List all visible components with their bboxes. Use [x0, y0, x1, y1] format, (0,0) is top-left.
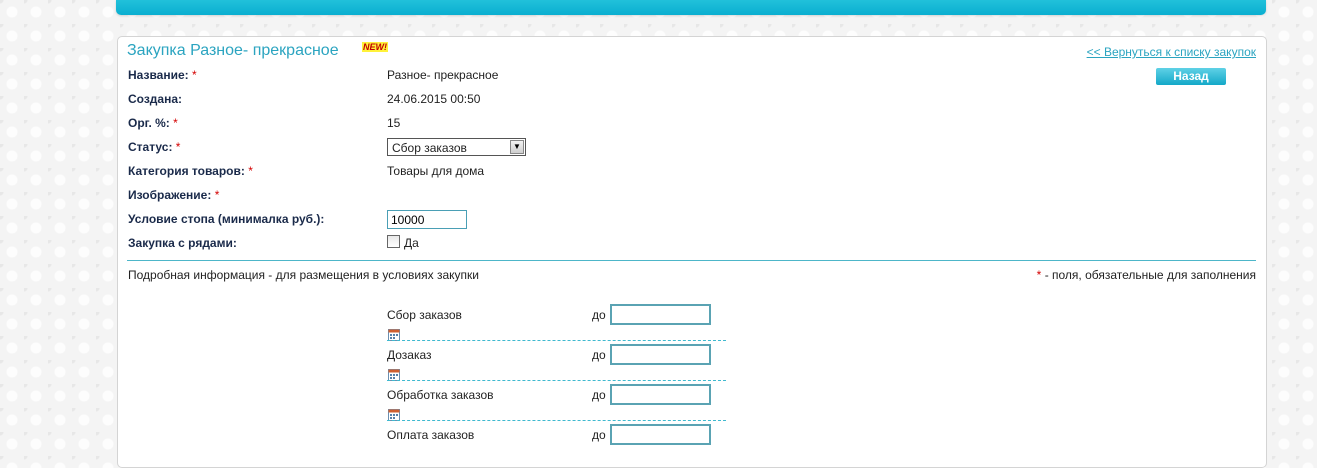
stage-date-input[interactable]: [610, 344, 711, 365]
until-label: до: [592, 308, 606, 322]
stage-separator: [387, 340, 726, 341]
field-row-status: Статус: * Сбор заказов ▼: [128, 138, 1128, 156]
stop-amount-input[interactable]: [387, 210, 467, 229]
top-banner: [116, 0, 1266, 15]
field-row-org: Орг. %: * 15: [128, 114, 1128, 132]
required-mark: *: [175, 140, 181, 154]
until-label: до: [592, 388, 606, 402]
until-label: до: [592, 348, 606, 362]
required-mark: *: [214, 188, 220, 202]
required-mark: *: [248, 164, 253, 178]
stage-date-input[interactable]: [610, 304, 711, 325]
name-value: Разное- прекрасное: [387, 68, 499, 82]
required-note: * - поля, обязательные для заполнения: [1036, 268, 1256, 282]
org-value: 15: [387, 116, 401, 130]
back-to-list-link[interactable]: << Вернуться к списку закупок: [1087, 45, 1256, 59]
rows-checkbox[interactable]: [387, 235, 400, 248]
status-selected-value: Сбор заказов: [392, 141, 467, 155]
field-row-rows: Закупка с рядами: Да: [128, 234, 1128, 252]
status-select[interactable]: Сбор заказов ▼: [387, 138, 526, 156]
field-row-category: Категория товаров: * Товары для дома: [128, 162, 1128, 180]
section-divider: [127, 260, 1256, 261]
field-label: Категория товаров: *: [128, 164, 253, 178]
stage-separator: [387, 420, 726, 421]
stage-row: Оплата заказов до: [387, 424, 727, 464]
field-label: Статус: *: [128, 140, 181, 154]
stage-row: Дозаказ до: [387, 344, 727, 384]
field-row-created: Создана: 24.06.2015 00:50: [128, 90, 1128, 108]
chevron-down-icon[interactable]: ▼: [510, 140, 524, 154]
stage-row: Сбор заказов до: [387, 304, 727, 344]
field-label: Изображение: *: [128, 188, 220, 202]
stage-date-input[interactable]: [610, 424, 711, 445]
stage-date-input[interactable]: [610, 384, 711, 405]
field-label: Орг. %: *: [128, 116, 178, 130]
required-mark: *: [191, 68, 197, 82]
stage-label: Оплата заказов: [387, 428, 475, 442]
new-badge: NEW!: [362, 42, 388, 52]
category-value: Товары для дома: [387, 164, 485, 178]
until-label: до: [592, 428, 606, 442]
required-mark: *: [1036, 268, 1042, 282]
stage-label: Обработка заказов: [387, 388, 494, 402]
purchase-panel: Закупка Разное- прекрасное NEW! << Верну…: [117, 36, 1267, 468]
field-label: Название: *: [128, 68, 197, 82]
field-row-name: Название: * Разное- прекрасное: [128, 66, 1128, 84]
created-value: 24.06.2015 00:50: [387, 92, 481, 106]
stage-row: Обработка заказов до: [387, 384, 727, 424]
stage-separator: [387, 380, 726, 381]
stage-label: Дозаказ: [387, 348, 432, 362]
field-row-image: Изображение: *: [128, 186, 1128, 204]
field-row-stop: Условие стопа (минималка руб.):: [128, 210, 1128, 229]
rows-checkbox-label[interactable]: Да: [404, 236, 419, 250]
page-title: Закупка Разное- прекрасное: [127, 42, 339, 59]
details-heading: Подробная информация - для размещения в …: [128, 268, 479, 282]
stage-label: Сбор заказов: [387, 308, 462, 322]
field-label: Условие стопа (минималка руб.):: [128, 212, 325, 226]
back-button[interactable]: Назад: [1156, 68, 1226, 85]
field-label: Закупка с рядами:: [128, 236, 237, 250]
required-mark: *: [173, 116, 178, 130]
field-label: Создана:: [128, 92, 183, 106]
